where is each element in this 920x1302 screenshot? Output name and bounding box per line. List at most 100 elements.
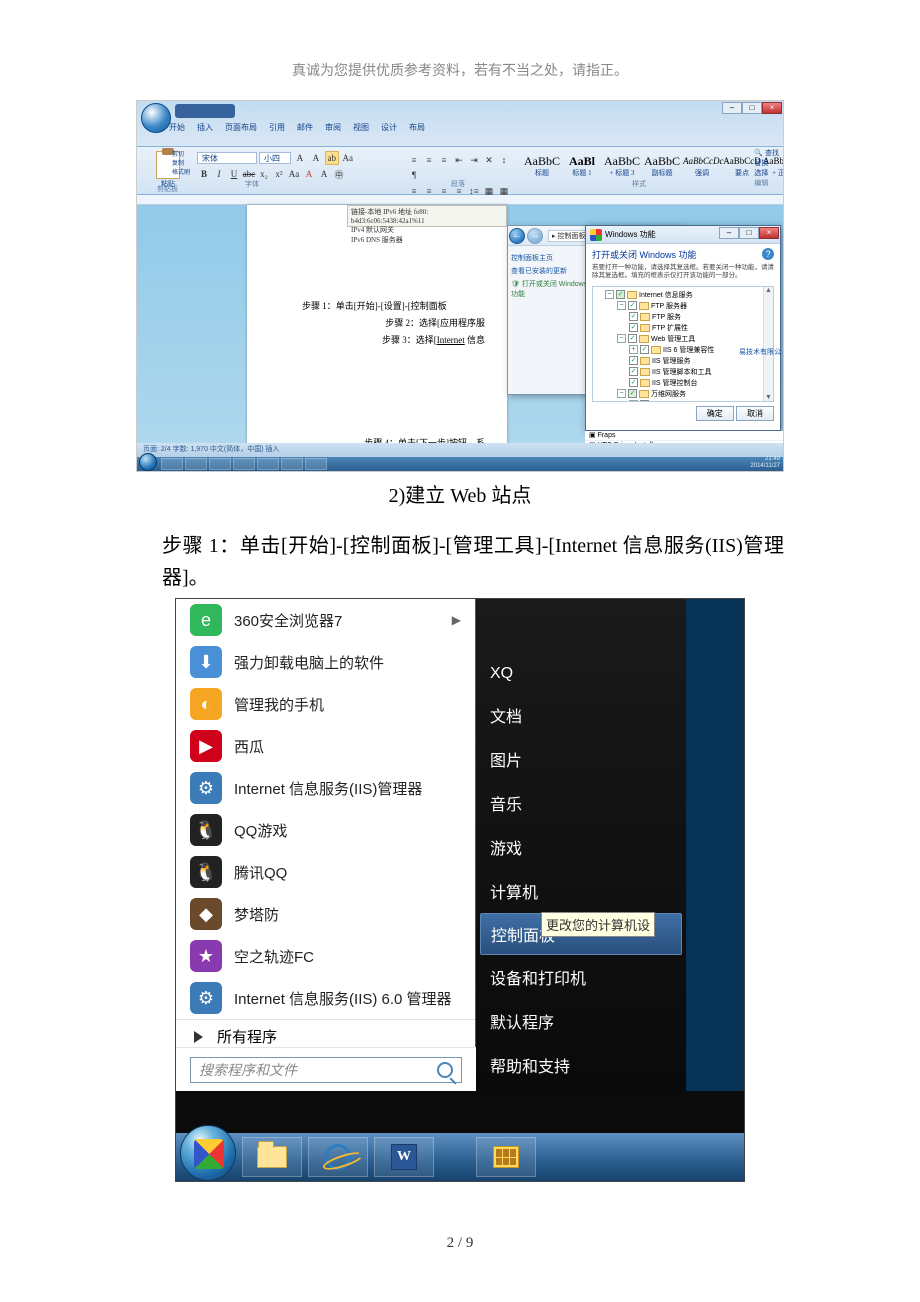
close-button[interactable]: ×	[762, 102, 782, 114]
program-label: 梦塔防	[234, 904, 279, 925]
bold-icon[interactable]: B	[197, 167, 211, 181]
program-label: 管理我的手机	[234, 694, 324, 715]
ribbon-tab[interactable]: 页面布局	[223, 121, 259, 134]
format-painter-button[interactable]: 格式刷	[172, 169, 190, 178]
program-icon: ⚙	[190, 772, 222, 804]
ribbon-tab[interactable]: 视图	[351, 121, 371, 134]
change-case-icon[interactable]: Aa	[287, 167, 301, 181]
underline-icon[interactable]: U	[227, 167, 241, 181]
close-button[interactable]: ×	[759, 227, 779, 239]
tree-node[interactable]: −✓FTP 服务器	[595, 301, 771, 311]
minimize-button[interactable]: –	[722, 102, 742, 114]
select-button[interactable]: 选择	[754, 169, 779, 179]
style-item[interactable]: AaBbCcDc强调	[682, 151, 722, 185]
program-item[interactable]: ⚙Internet 信息服务(IIS) 6.0 管理器	[176, 977, 475, 1019]
nav-forward-icon[interactable]: →	[527, 228, 543, 244]
ok-button[interactable]: 确定	[696, 406, 734, 421]
numbering-icon[interactable]: ≡	[422, 153, 436, 167]
highlight-icon[interactable]: ab	[325, 151, 339, 165]
ribbon-tab[interactable]: 设计	[379, 121, 399, 134]
enclose-char-icon[interactable]: ㊥	[332, 167, 346, 181]
tree-node[interactable]: ✓FTP 扩展性	[595, 323, 771, 333]
ribbon-tab[interactable]: 引用	[267, 121, 287, 134]
indent-inc-icon[interactable]: ⇥	[467, 153, 481, 167]
taskbar-item[interactable]	[305, 458, 327, 470]
quick-access-toolbar[interactable]	[175, 104, 235, 118]
right-panel-item[interactable]: 图片	[476, 737, 686, 781]
bullets-icon[interactable]: ≡	[407, 153, 421, 167]
search-input[interactable]: 搜索程序和文件	[190, 1057, 462, 1083]
list-item[interactable]: ▣ Fraps	[585, 431, 784, 441]
replace-button[interactable]: 替换	[754, 159, 779, 169]
copy-button[interactable]: 复制	[172, 160, 190, 169]
find-button[interactable]: 🔍 查找	[754, 149, 779, 159]
ribbon-tab[interactable]: 审阅	[323, 121, 343, 134]
multilevel-icon[interactable]: ≡	[437, 153, 451, 167]
right-panel-item[interactable]: 帮助和支持	[476, 1043, 686, 1087]
right-panel-item[interactable]: 文档	[476, 693, 686, 737]
right-panel-item[interactable]: 游戏	[476, 825, 686, 869]
cp-home-link[interactable]: 控制面板主页	[511, 253, 589, 263]
style-item[interactable]: AaBbC标题	[522, 151, 562, 185]
taskbar-word[interactable]: W	[374, 1137, 434, 1177]
cut-button[interactable]: 剪切	[172, 151, 190, 160]
right-panel-item[interactable]: 音乐	[476, 781, 686, 825]
shrink-font-icon[interactable]: A	[309, 151, 323, 165]
program-item[interactable]: ▶西瓜	[176, 725, 475, 767]
font-color-icon[interactable]: A	[302, 167, 316, 181]
right-panel-item[interactable]: 默认程序	[476, 999, 686, 1043]
system-tray[interactable]: 21:492014/11/27	[750, 456, 780, 470]
taskbar-item[interactable]	[161, 458, 183, 470]
start-orb[interactable]	[139, 453, 157, 471]
taskbar-app[interactable]	[476, 1137, 536, 1177]
subscript-icon[interactable]: x₂	[257, 167, 271, 181]
tree-node[interactable]: −✓Internet 信息服务	[595, 290, 771, 300]
maximize-button[interactable]: □	[739, 227, 759, 239]
maximize-button[interactable]: □	[742, 102, 762, 114]
char-border-icon[interactable]: A	[317, 167, 331, 181]
ribbon-tab[interactable]: 插入	[195, 121, 215, 134]
ribbon-tab[interactable]: 布局	[407, 121, 427, 134]
program-item[interactable]: 🐧腾讯QQ	[176, 851, 475, 893]
right-panel-item[interactable]: 控制面板更改您的计算机设	[480, 913, 682, 955]
program-item[interactable]: ◐管理我的手机	[176, 683, 475, 725]
asian-layout-icon[interactable]: ✕	[482, 153, 496, 167]
cp-updates-link[interactable]: 查看已安装的更新	[511, 266, 589, 276]
cp-windows-features-link[interactable]: 🛡 打开或关闭 Windows 功能	[511, 279, 589, 299]
tree-node[interactable]: ✓FTP 服务	[595, 312, 771, 322]
font-name-select[interactable]: 宋体	[197, 152, 257, 164]
clear-format-icon[interactable]: Aa	[341, 151, 355, 165]
italic-icon[interactable]: I	[212, 167, 226, 181]
program-item[interactable]: e360安全浏览器7▶	[176, 599, 475, 641]
style-item[interactable]: AaBbC副标题	[642, 151, 682, 185]
taskbar-explorer[interactable]	[242, 1137, 302, 1177]
start-orb[interactable]	[180, 1125, 236, 1181]
sort-icon[interactable]: ↕	[497, 153, 511, 167]
grow-font-icon[interactable]: A	[293, 151, 307, 165]
font-size-select[interactable]: 小四	[259, 152, 291, 164]
help-icon[interactable]: ?	[762, 248, 774, 260]
show-marks-icon[interactable]: ¶	[407, 168, 421, 182]
indent-dec-icon[interactable]: ⇤	[452, 153, 466, 167]
taskbar-item[interactable]	[209, 458, 231, 470]
minimize-button[interactable]: –	[719, 227, 739, 239]
taskbar-item[interactable]	[257, 458, 279, 470]
right-panel-item[interactable]: 设备和打印机	[476, 955, 686, 999]
program-item[interactable]: 🐧QQ游戏	[176, 809, 475, 851]
right-panel-item[interactable]: 计算机	[476, 869, 686, 913]
nav-back-icon[interactable]: ←	[509, 228, 525, 244]
taskbar-item[interactable]	[233, 458, 255, 470]
program-item[interactable]: ⬇强力卸载电脑上的软件	[176, 641, 475, 683]
program-label: 空之轨迹FC	[234, 946, 314, 967]
taskbar-item[interactable]	[281, 458, 303, 470]
ribbon-tab[interactable]: 邮件	[295, 121, 315, 134]
taskbar-item[interactable]	[185, 458, 207, 470]
taskbar-ie[interactable]	[308, 1137, 368, 1177]
superscript-icon[interactable]: x²	[272, 167, 286, 181]
program-item[interactable]: ⚙Internet 信息服务(IIS)管理器	[176, 767, 475, 809]
right-panel-item[interactable]: XQ	[476, 655, 686, 693]
program-item[interactable]: ◆梦塔防	[176, 893, 475, 935]
ribbon-tab[interactable]: 开始	[167, 121, 187, 134]
program-item[interactable]: ★空之轨迹FC	[176, 935, 475, 977]
style-item[interactable]: AaBl标题 1	[562, 151, 602, 185]
